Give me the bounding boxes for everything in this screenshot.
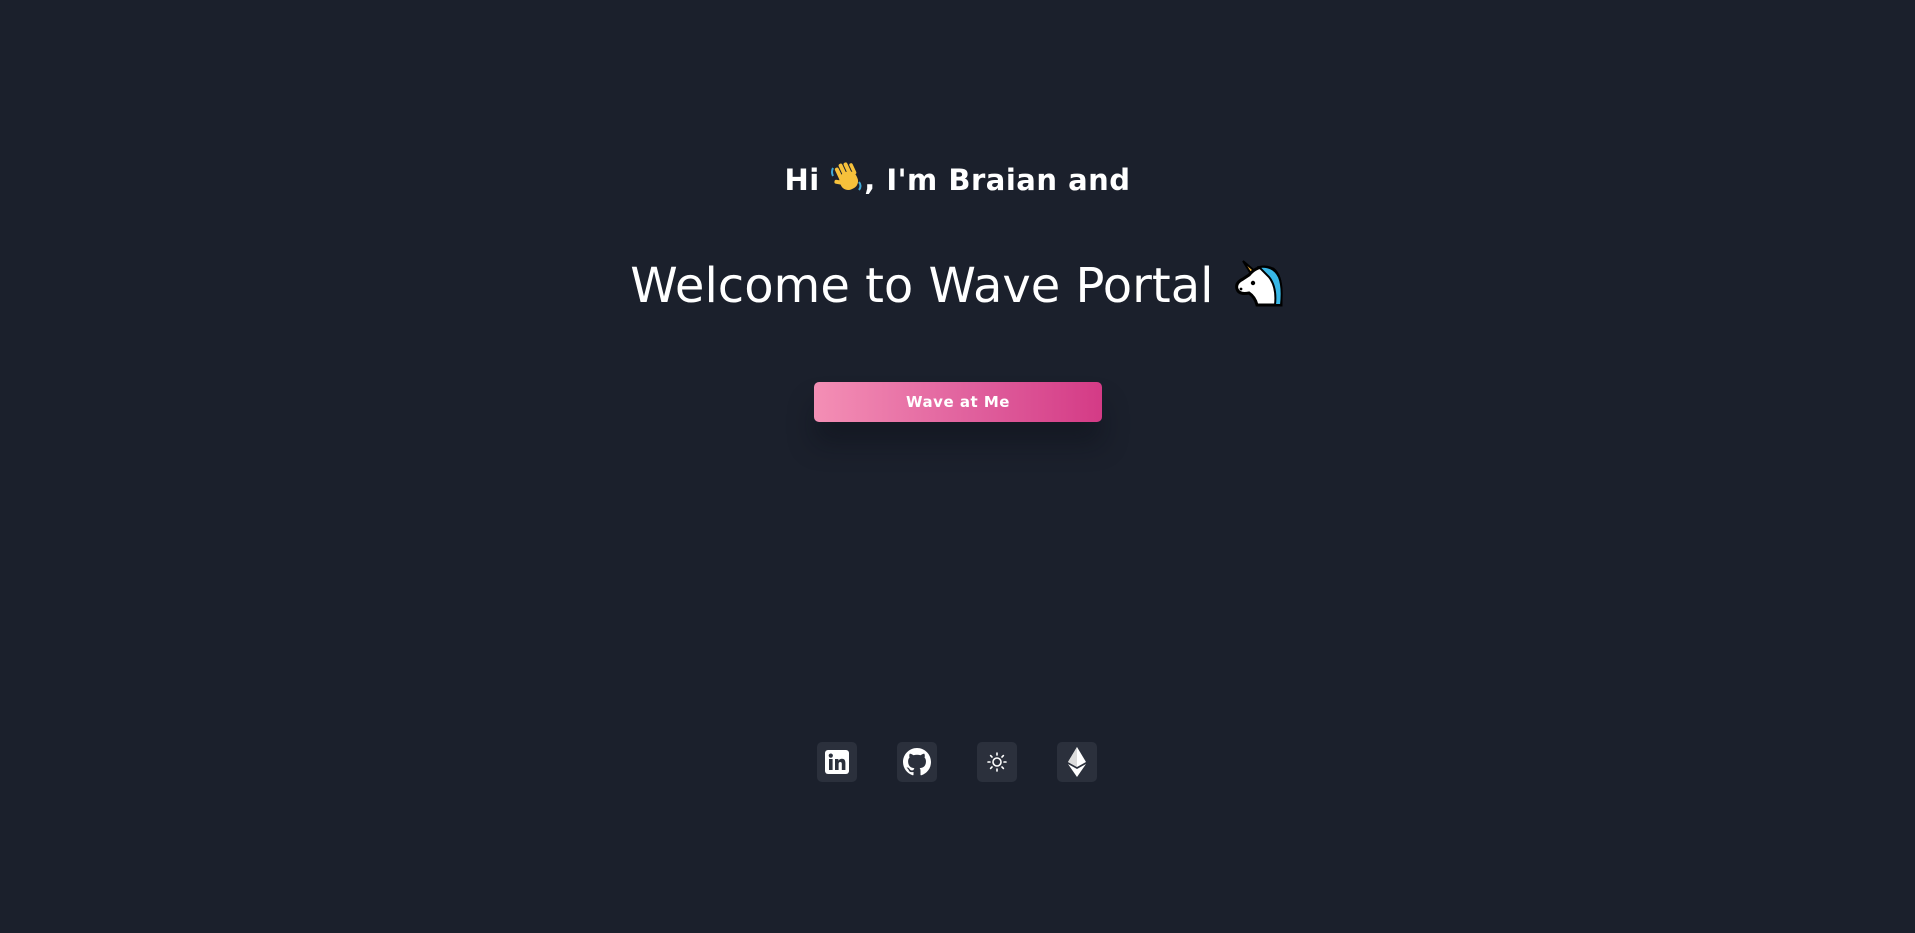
greeting-heading: Hi , I'm Braian and <box>0 160 1915 204</box>
linkedin-link[interactable] <box>817 742 857 782</box>
ethereum-link[interactable] <box>1057 742 1097 782</box>
greeting-suffix: , I'm Braian and <box>864 163 1131 197</box>
page: Hi , I'm Braian and Welcome to Wave Port… <box>0 0 1915 933</box>
waving-hand-icon <box>830 160 864 204</box>
wave-button[interactable]: Wave at Me <box>814 382 1102 422</box>
greeting-prefix: Hi <box>784 163 831 197</box>
theme-toggle-button[interactable] <box>977 742 1017 782</box>
social-links <box>817 742 1099 782</box>
github-link[interactable] <box>897 742 937 782</box>
linkedin-icon <box>825 750 849 774</box>
ethereum-icon <box>1068 747 1086 777</box>
page-title-text: Welcome to Wave Portal <box>630 258 1229 314</box>
unicorn-icon <box>1229 253 1285 325</box>
github-icon <box>903 748 931 776</box>
page-title: Welcome to Wave Portal <box>0 253 1915 325</box>
sun-icon <box>987 752 1007 772</box>
